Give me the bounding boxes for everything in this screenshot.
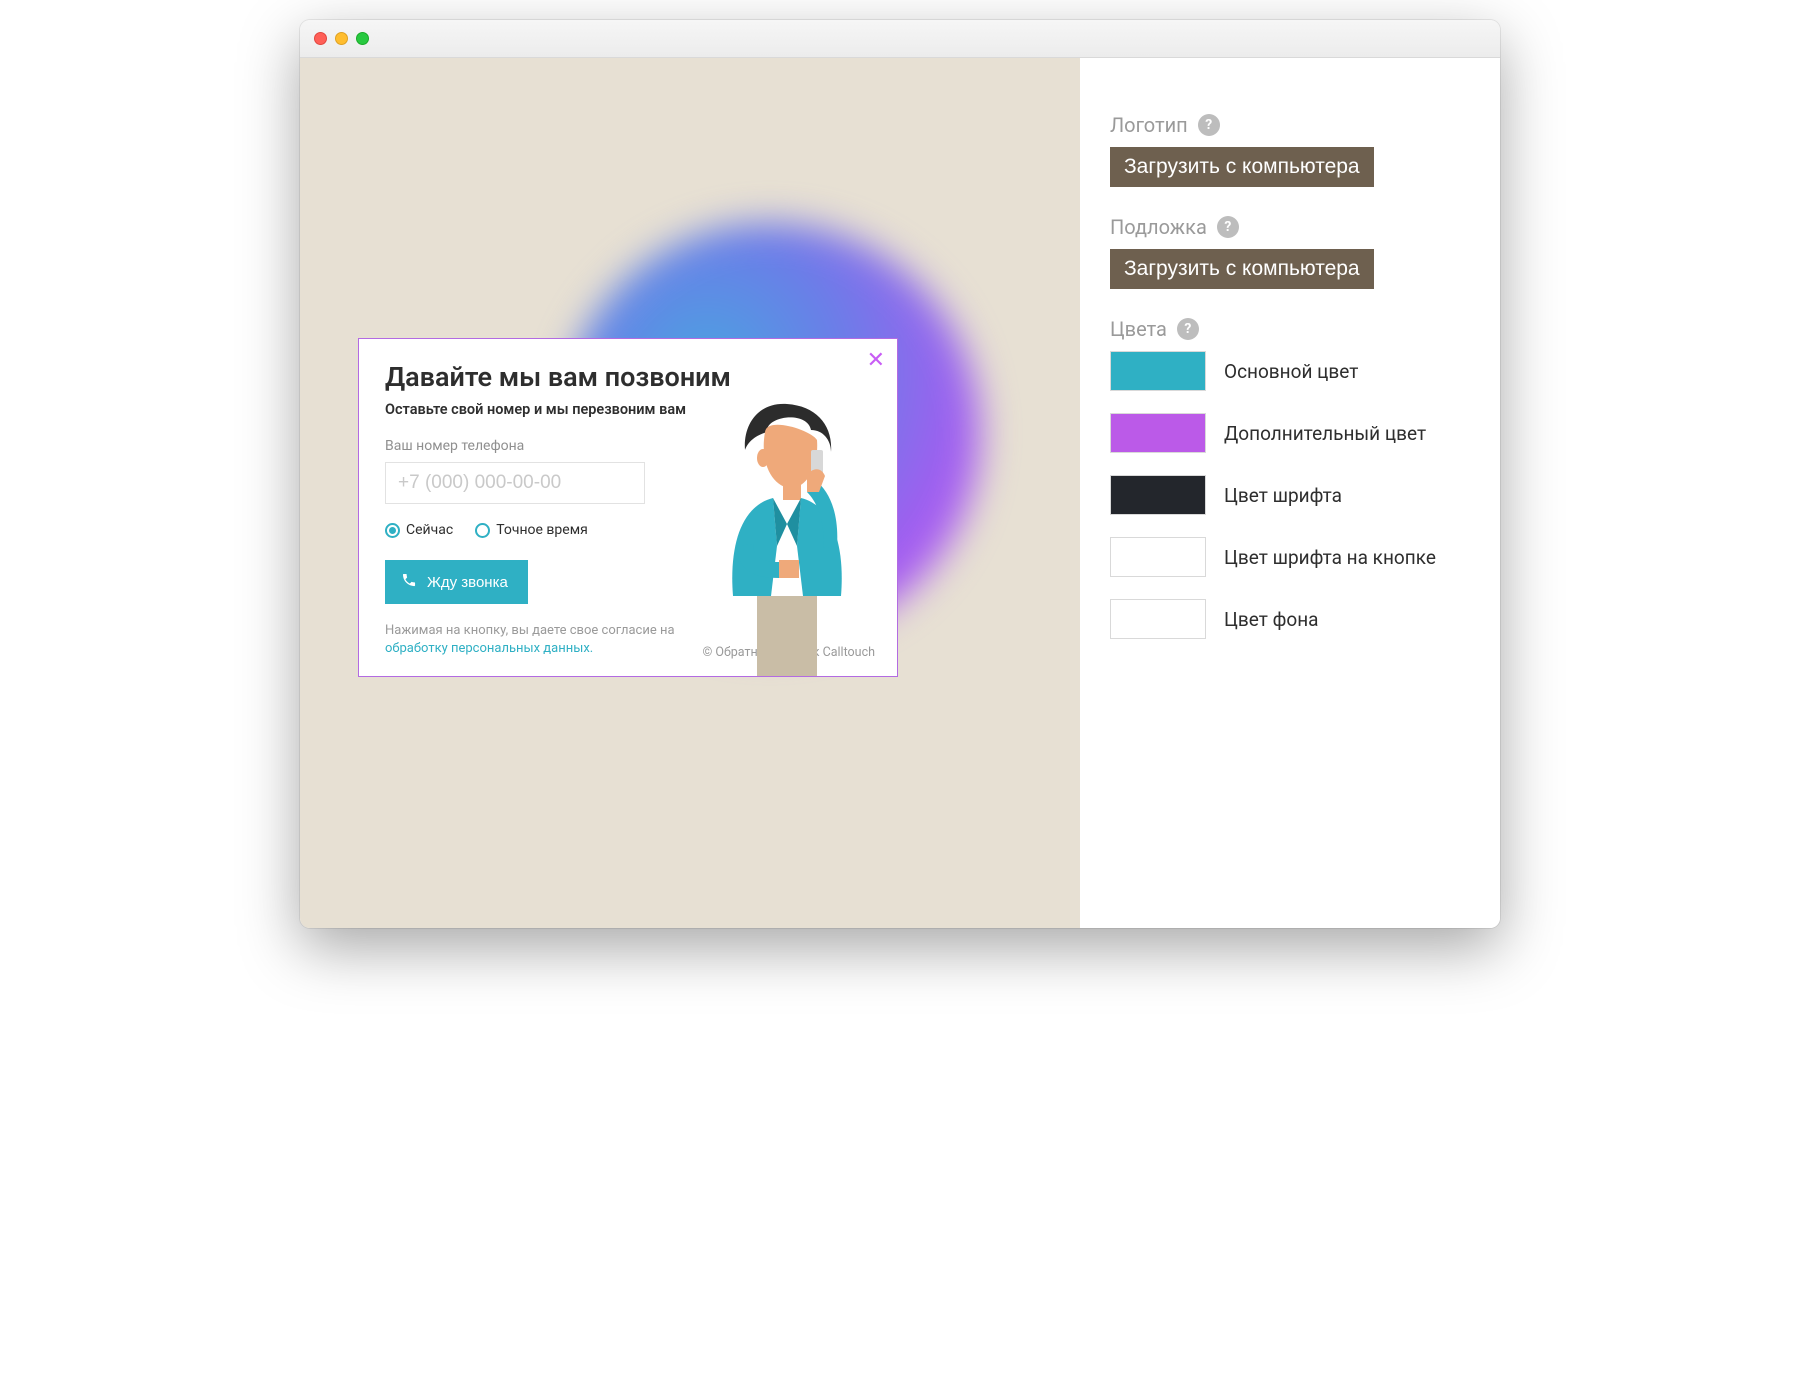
- window-close-icon[interactable]: [314, 32, 327, 45]
- window-zoom-icon[interactable]: [356, 32, 369, 45]
- call-me-button[interactable]: Жду звонка: [385, 560, 528, 604]
- man-illustration: [687, 396, 887, 676]
- color-row: Цвет фона: [1110, 599, 1470, 639]
- help-icon[interactable]: ?: [1177, 318, 1199, 340]
- radio-selected-icon: [385, 523, 400, 538]
- consent-link[interactable]: обработку персональных данных.: [385, 641, 593, 656]
- colors-section-label: Цвета ?: [1110, 317, 1470, 341]
- color-row: Цвет шрифта: [1110, 475, 1470, 515]
- upload-backdrop-button[interactable]: Загрузить с компьютера: [1110, 249, 1374, 289]
- color-label: Основной цвет: [1224, 360, 1358, 383]
- radio-unselected-icon: [475, 523, 490, 538]
- color-row: Дополнительный цвет: [1110, 413, 1470, 453]
- phone-input[interactable]: [385, 462, 645, 504]
- close-button[interactable]: ✕: [867, 349, 885, 371]
- radio-exact-label: Точное время: [496, 522, 588, 538]
- color-swatch[interactable]: [1110, 475, 1206, 515]
- radio-now[interactable]: Сейчас: [385, 522, 453, 538]
- logo-section-label: Логотип ?: [1110, 113, 1470, 137]
- consent-text: Нажимая на кнопку, вы даете свое согласи…: [385, 622, 685, 658]
- preview-pane: ✕ Давайте мы вам позвоним Оставьте свой …: [300, 58, 1080, 928]
- backdrop-label-text: Подложка: [1110, 215, 1207, 239]
- color-row: Основной цвет: [1110, 351, 1470, 391]
- widget-title: Давайте мы вам позвоним: [385, 361, 871, 393]
- call-me-label: Жду звонка: [427, 574, 508, 591]
- color-label: Цвет шрифта на кнопке: [1224, 546, 1436, 569]
- upload-logo-button[interactable]: Загрузить с компьютера: [1110, 147, 1374, 187]
- color-swatch[interactable]: [1110, 599, 1206, 639]
- phone-icon: [401, 572, 417, 592]
- color-label: Цвет шрифта: [1224, 484, 1342, 507]
- color-label: Цвет фона: [1224, 608, 1319, 631]
- color-label: Дополнительный цвет: [1224, 422, 1426, 445]
- color-swatch[interactable]: [1110, 351, 1206, 391]
- mac-titlebar: [300, 20, 1500, 58]
- radio-now-label: Сейчас: [406, 522, 453, 538]
- color-swatch[interactable]: [1110, 413, 1206, 453]
- colors-label-text: Цвета: [1110, 317, 1167, 341]
- close-icon: ✕: [867, 347, 885, 372]
- consent-prefix: Нажимая на кнопку, вы даете свое согласи…: [385, 623, 675, 638]
- colors-list: Основной цвет Дополнительный цвет Цвет шри…: [1110, 351, 1470, 639]
- logo-label-text: Логотип: [1110, 113, 1188, 137]
- content-area: ✕ Давайте мы вам позвоним Оставьте свой …: [300, 58, 1500, 928]
- callback-widget: ✕ Давайте мы вам позвоним Оставьте свой …: [358, 338, 898, 677]
- mac-window: ✕ Давайте мы вам позвоним Оставьте свой …: [300, 20, 1500, 928]
- window-minimize-icon[interactable]: [335, 32, 348, 45]
- help-icon[interactable]: ?: [1198, 114, 1220, 136]
- radio-exact-time[interactable]: Точное время: [475, 522, 588, 538]
- color-swatch[interactable]: [1110, 537, 1206, 577]
- color-row: Цвет шрифта на кнопке: [1110, 537, 1470, 577]
- backdrop-section-label: Подложка ?: [1110, 215, 1470, 239]
- help-icon[interactable]: ?: [1217, 216, 1239, 238]
- settings-pane: Логотип ? Загрузить с компьютера Подложк…: [1080, 58, 1500, 928]
